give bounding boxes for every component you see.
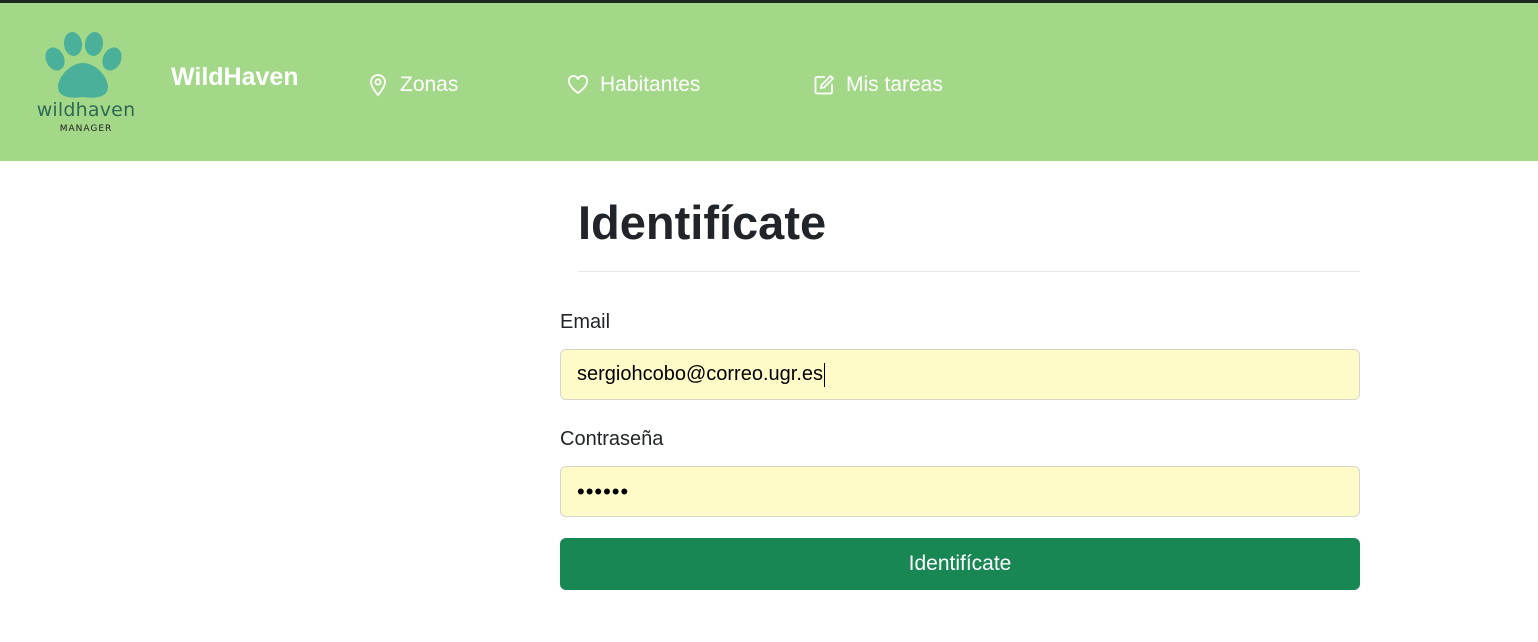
logo-wordmark: wildhaven (36, 99, 136, 121)
nav-item-habitantes[interactable]: Habitantes (566, 69, 700, 101)
password-value: •••••• (577, 478, 630, 504)
paw-icon (45, 32, 122, 98)
page-title: Identifícate (578, 196, 827, 249)
map-pin-icon (366, 73, 390, 97)
brand-name[interactable]: WildHaven (171, 63, 299, 92)
nav-label-habitantes: Habitantes (600, 73, 701, 96)
nav-item-zonas[interactable]: Zonas (366, 69, 458, 101)
login-button[interactable]: Identifícate (560, 538, 1360, 590)
nav-item-mis-tareas[interactable]: Mis tareas (812, 69, 943, 101)
edit-square-icon (812, 73, 836, 97)
title-divider (578, 271, 1360, 272)
nav-label-zonas: Zonas (400, 73, 459, 96)
logo[interactable]: wildhaven MANAGER (30, 29, 140, 141)
password-field[interactable]: •••••• (560, 466, 1360, 517)
email-value: sergiohcobo@correo.ugr.es (577, 363, 823, 385)
email-label: Email (560, 311, 611, 333)
heart-icon (566, 73, 590, 97)
password-label: Contraseña (560, 428, 664, 450)
email-field[interactable]: sergiohcobo@correo.ugr.es (560, 349, 1360, 400)
navbar: wildhaven MANAGER WildHaven Zonas Habita… (0, 3, 1538, 161)
nav-label-mis-tareas: Mis tareas (846, 73, 943, 96)
text-caret (824, 362, 825, 387)
logo-subtitle: MANAGER (59, 124, 113, 134)
